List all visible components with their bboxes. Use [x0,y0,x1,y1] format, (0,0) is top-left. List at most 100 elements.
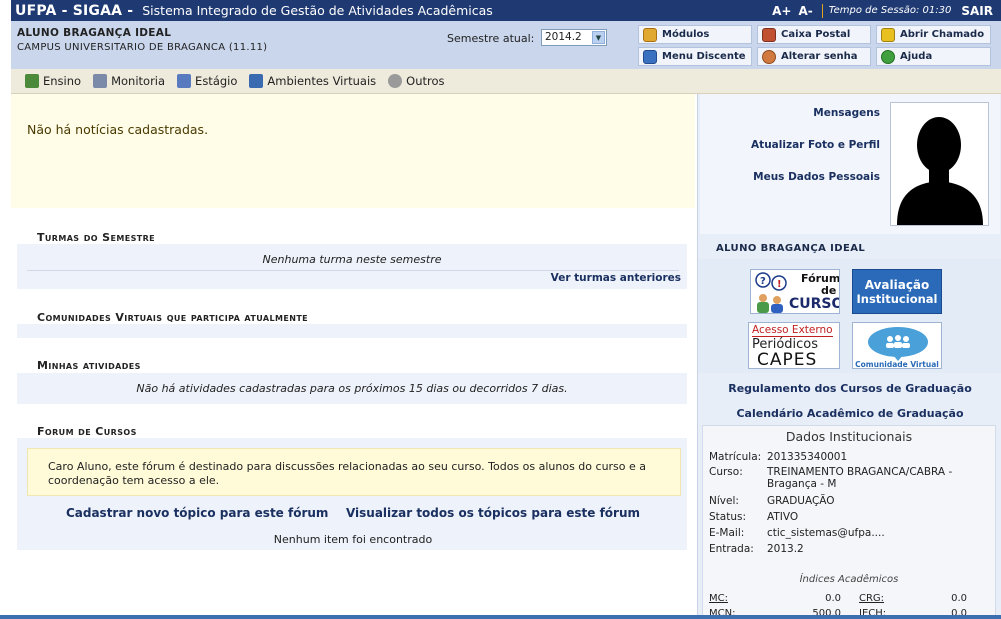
avaliacao-institucional-logo[interactable]: Avaliação Institucional [852,269,942,314]
alterar-senha-label: Alterar senha [781,51,858,62]
forum-logo-line3: CURSO [789,296,840,312]
periodicos-logo-line1: Acesso Externo [752,324,833,337]
news-panel: Não há notícias cadastradas. [11,94,695,208]
divider [821,3,823,18]
system-name: Sistema Integrado de Gestão de Atividade… [142,3,493,18]
ajuda-button[interactable]: Ajuda [876,47,991,66]
app-brand[interactable]: UFPA - SIGAA - [11,3,133,19]
comunidade-virtual-logo[interactable]: Comunidade Virtual [852,322,942,369]
menu-arrows-icon [643,49,657,64]
turmas-box: Nenhuma turma neste semestre Ver turmas … [17,244,687,289]
turmas-empty: Nenhuma turma neste semestre [262,253,442,266]
menu-monitoria-label: Monitoria [111,74,166,88]
institutional-data: Dados Institucionais Matrícula: 20133534… [702,425,996,619]
periodicos-logo-line3: CAPES [757,350,818,369]
nivel-value: GRADUAÇÃO [767,495,835,507]
student-name: ALUNO BRAGANÇA IDEAL [716,243,866,254]
status-label: Status: [709,511,746,523]
comunidade-logo-label: Comunidade Virtual [855,360,939,369]
curso-row: Curso: TREINAMENTO BRAGANCA/CABRA - Brag… [709,466,952,490]
semester-select[interactable]: 2014.2 ▼ [541,29,607,46]
left-gutter [0,0,11,619]
abrir-chamado-button[interactable]: Abrir Chamado [876,25,991,44]
dados-pessoais-link[interactable]: Meus Dados Pessoais [753,171,880,183]
curso-label: Curso: [709,466,743,478]
svg-text:!: ! [777,279,782,290]
abrir-chamado-label: Abrir Chamado [900,29,985,40]
atividades-title: Minhas atividades [37,359,141,372]
main-content: Não há notícias cadastradas. Turmas do S… [11,94,695,619]
forum-title: Forum de Cursos [37,425,137,438]
menu-discente-button[interactable]: Menu Discente [638,47,752,66]
forum-curso-logo[interactable]: ? ! Fórum de CURSO [750,269,840,314]
forum-empty-message: Nenhum item foi encontrado [273,533,433,546]
menu-ensino-label: Ensino [43,74,82,88]
user-name: ALUNO BRAGANÇA IDEAL [17,27,172,39]
calendario-link[interactable]: Calendário Acadêmico de Graduação [698,407,1001,420]
chevron-down-icon[interactable]: ▼ [592,31,605,44]
avaliacao-logo-line1: Avaliação [864,278,930,292]
email-label: E-Mail: [709,527,745,539]
user-campus: CAMPUS UNIVERSITARIO DE BRAGANCA (11.11) [17,42,268,53]
avatar[interactable] [890,102,989,226]
menu-ambientes-virtuais[interactable]: Ambientes Virtuais [249,74,376,88]
semester-value: 2014.2 [545,31,582,43]
regulamento-link[interactable]: Regulamento dos Cursos de Graduação [698,382,1001,395]
font-increase-button[interactable]: A+ [772,4,791,18]
atualizar-foto-link[interactable]: Atualizar Foto e Perfil [751,139,880,151]
quick-links: ? ! Fórum de CURSO Avaliação Institucion… [698,259,1001,373]
mailbox-icon [762,27,776,42]
caixa-postal-button[interactable]: Caixa Postal [757,25,871,44]
new-topic-link[interactable]: Cadastrar novo tópico para este fórum [66,506,328,520]
crg-label[interactable]: CRG: [859,593,884,604]
profile-box: Mensagens Atualizar Foto e Perfil Meus D… [700,94,1000,234]
view-all-topics-link[interactable]: Visualizar todos os tópicos para este fó… [346,506,640,520]
menu-outros-label: Outros [406,74,445,88]
menu-ambientes-label: Ambientes Virtuais [267,74,377,88]
turmas-title: Turmas do Semestre [37,231,156,244]
curso-value: TREINAMENTO BRAGANCA/CABRA - Bragança - … [767,466,953,490]
news-empty-message: Não há notícias cadastradas. [27,122,209,137]
comunidades-box [17,324,687,338]
session-timer: Tempo de Sessão: 01:30 [828,5,952,16]
document-icon [177,74,192,88]
menu-ensino[interactable]: Ensino [25,74,81,88]
top-bar-right: A+ A- Tempo de Sessão: 01:30 SAIR [772,0,993,21]
status-row: Status: ATIVO [709,511,798,523]
matricula-label: Matrícula: [709,451,762,463]
right-sidebar: Mensagens Atualizar Foto e Perfil Meus D… [697,94,1001,619]
taskbar-strip [0,615,1001,619]
entrada-row: Entrada: 2013.2 [709,543,804,555]
ver-turmas-anteriores-link[interactable]: Ver turmas anteriores [551,272,681,284]
menu-estagio[interactable]: Estágio [177,74,237,88]
logout-button[interactable]: SAIR [961,4,993,18]
gear-icon [388,74,403,88]
atividades-empty: Não há atividades cadastradas para os pr… [136,382,568,395]
pencil-icon [881,27,895,42]
menu-outros[interactable]: Outros [388,74,445,88]
menu-estagio-label: Estágio [195,74,238,88]
institutional-title: Dados Institucionais [785,429,913,444]
forum-links: Cadastrar novo tópico para este fórum Vi… [11,506,695,520]
mc-label[interactable]: MC: [709,593,728,604]
modulos-button[interactable]: Módulos [638,25,752,44]
network-icon [249,74,264,88]
periodicos-capes-logo[interactable]: Acesso Externo Periódicos CAPES [748,322,840,369]
font-decrease-button[interactable]: A- [798,4,812,18]
modulos-label: Módulos [662,29,710,40]
entrada-value: 2013.2 [767,543,804,555]
alterar-senha-button[interactable]: Alterar senha [757,47,871,66]
books-icon [25,74,39,88]
mensagens-link[interactable]: Mensagens [813,107,880,119]
caixa-postal-label: Caixa Postal [781,29,851,40]
clipboard-icon [93,74,108,88]
status-value: ATIVO [767,511,799,523]
entrada-label: Entrada: [709,543,754,555]
mc-value: 0.0 [825,593,841,604]
menu-monitoria[interactable]: Monitoria [93,74,165,88]
menu-discente-label: Menu Discente [662,51,746,62]
email-value: ctic_sistemas@ufpa.... [767,527,885,539]
avaliacao-logo-line2: Institucional [856,292,938,306]
user-header: ALUNO BRAGANÇA IDEAL CAMPUS UNIVERSITARI… [11,21,1001,69]
indices-title: Índices Acadêmicos [799,574,899,585]
